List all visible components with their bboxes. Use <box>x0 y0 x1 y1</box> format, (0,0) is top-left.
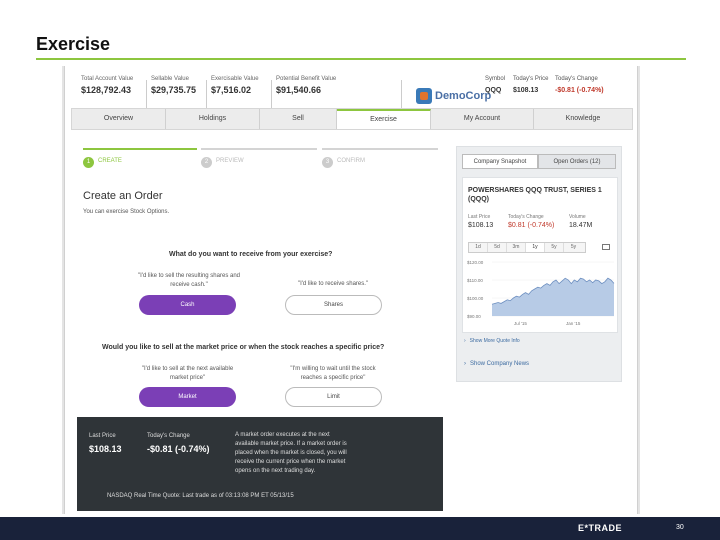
main-nav: Overview Holdings Sell Exercise My Accou… <box>71 108 633 130</box>
divider <box>146 80 147 108</box>
change-value: -$0.81 (-0.74%) <box>147 444 210 454</box>
slide-title: Exercise <box>36 34 111 54</box>
exercisable-value: Exercisable Value $7,516.02 <box>211 76 259 95</box>
cash-option-text: "I'd like to sell the resulting shares a… <box>138 273 240 288</box>
divider <box>271 80 272 108</box>
market-order-info-panel: Last Price $108.13 Today's Change -$0.81… <box>77 417 443 511</box>
range-5y-alt[interactable]: 5y <box>564 243 583 252</box>
market-option-text: "I'd like to sell at the next available … <box>141 366 234 381</box>
shares-button[interactable]: Shares <box>285 295 382 315</box>
app-screenshot: Total Account Value $128,792.43 Sellable… <box>64 66 638 514</box>
sp-last-price-label: Last Price <box>468 214 491 220</box>
range-1d[interactable]: 1d <box>469 243 488 252</box>
chevron-right-icon: › <box>464 338 466 344</box>
order-subtitle: You can exercise Stock Options. <box>83 209 170 215</box>
change-label: Today's Change <box>147 433 190 439</box>
etrade-logo: E*TRADE <box>578 523 623 533</box>
last-price-label: Last Price <box>89 433 116 439</box>
last-price-value: $108.13 <box>89 444 122 454</box>
range-3m[interactable]: 3m <box>507 243 526 252</box>
cash-button[interactable]: Cash <box>139 295 236 315</box>
limit-button[interactable]: Limit <box>285 387 382 407</box>
total-account-value: Total Account Value $128,792.43 <box>81 76 134 95</box>
potential-benefit-value: Potential Benefit Value $91,540.66 <box>276 76 337 95</box>
page-number: 30 <box>676 524 684 531</box>
y-tick-label: $120.00 <box>467 260 484 265</box>
security-name: POWERSHARES QQQ TRUST, SERIES 1 (QQQ) <box>468 187 602 203</box>
todays-price: Today's Price $108.13 <box>513 76 549 94</box>
y-tick-label: $100.00 <box>467 296 484 301</box>
symbol: Symbol QQQ <box>485 76 506 94</box>
screenshot-shadow-right <box>638 66 640 514</box>
snapshot-card: POWERSHARES QQQ TRUST, SERIES 1 (QQQ) La… <box>462 177 618 333</box>
account-summary: Total Account Value $128,792.43 Sellable… <box>71 76 631 108</box>
democorp-logo-icon <box>416 88 432 104</box>
title-rule <box>36 58 686 60</box>
shares-option-text: "I'd like to receive shares." <box>297 281 369 287</box>
sp-volume: 18.47M <box>569 222 593 229</box>
range-1y[interactable]: 1y <box>526 243 545 252</box>
y-tick-label: $110.00 <box>467 278 483 283</box>
x-tick-label: Jul '15 <box>514 321 527 326</box>
price-chart: $120.00 $110.00 $100.00 $90.00 Jul '15 Jan '1… <box>467 260 615 326</box>
limit-option-text: "I'm willing to wait until the stock rea… <box>290 366 376 381</box>
sell-price-question: Would you like to sell at the market pri… <box>102 344 385 351</box>
tab-company-snapshot[interactable]: Company Snapshot <box>462 154 538 169</box>
range-5d[interactable]: 5d <box>488 243 507 252</box>
expand-chart-icon[interactable] <box>602 244 610 250</box>
company-snapshot-panel: Company Snapshot Open Orders (12) POWERS… <box>456 146 622 382</box>
market-order-description: A market order executes at the next avai… <box>235 432 347 474</box>
order-title: Create an Order <box>83 190 163 202</box>
price-area <box>492 278 614 316</box>
tab-knowledge[interactable]: Knowledge <box>534 109 632 129</box>
tab-open-orders[interactable]: Open Orders (12) <box>538 154 616 169</box>
tab-sell[interactable]: Sell <box>260 109 337 129</box>
step-create: 1 CREATE <box>83 148 197 168</box>
divider <box>401 80 402 108</box>
quote-timestamp: NASDAQ Real Time Quote: Last trade as of… <box>107 493 294 499</box>
tab-my-account[interactable]: My Account <box>431 109 534 129</box>
sp-last-price: $108.13 <box>468 222 494 229</box>
company-logo: DemoCorp <box>416 88 491 108</box>
y-tick-label: $90.00 <box>467 314 481 319</box>
todays-change: Today's Change -$0.81 (-0.74%) <box>555 76 604 94</box>
sp-change-label: Today's Change <box>508 214 544 220</box>
slide-footer: E*TRADE 30 <box>0 517 720 540</box>
tab-exercise[interactable]: Exercise <box>337 109 431 129</box>
market-button[interactable]: Market <box>139 387 236 407</box>
chart-range-selector: 1d 5d 3m 1y 5y 5y <box>468 242 586 253</box>
sellable-value: Sellable Value $29,735.75 <box>151 76 197 95</box>
tab-overview[interactable]: Overview <box>72 109 166 129</box>
tab-holdings[interactable]: Holdings <box>166 109 260 129</box>
divider <box>206 80 207 108</box>
chevron-right-icon: › <box>464 361 466 367</box>
step-confirm: 3 CONFIRM <box>322 148 438 168</box>
show-quote-info-link[interactable]: › Show More Quote Info <box>464 338 520 344</box>
x-tick-label: Jan '15 <box>566 321 581 326</box>
show-company-news-link[interactable]: › Show Company News <box>464 361 529 367</box>
sp-volume-label: Volume <box>569 214 586 220</box>
range-5y[interactable]: 5y <box>545 243 564 252</box>
sp-change: $0.81 (-0.74%) <box>508 222 555 229</box>
step-preview: 2 PREVIEW <box>201 148 317 168</box>
receive-question: What do you want to receive from your ex… <box>169 251 333 258</box>
